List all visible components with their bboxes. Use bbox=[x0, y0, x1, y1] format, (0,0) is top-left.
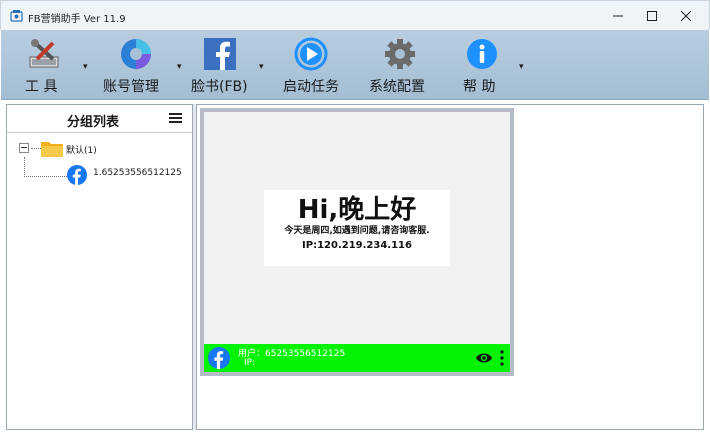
chevron-down-icon[interactable]: ▾ bbox=[259, 62, 264, 72]
greeting-panel: Hi,晚上好 今天是周四,如遇到问题,请咨询客服. IP:120.219.234… bbox=[264, 190, 450, 266]
title-bar: FB营销助手 Ver 11.9 bbox=[0, 0, 710, 30]
eye-icon[interactable] bbox=[476, 352, 492, 364]
collapse-toggle[interactable] bbox=[19, 143, 29, 153]
group-list-panel: 分组列表 默认(1) 1.65253556512125 bbox=[6, 104, 193, 430]
browser-card[interactable]: Hi,晚上好 今天是周四,如遇到问题,请咨询客服. IP:120.219.234… bbox=[200, 108, 514, 376]
card-ip-label: IP: bbox=[244, 358, 256, 368]
minimize-icon bbox=[613, 15, 623, 17]
close-icon bbox=[681, 11, 691, 21]
play-icon bbox=[294, 37, 328, 71]
facebook-button[interactable]: 脸书(FB) ▾ bbox=[189, 30, 267, 100]
chevron-down-icon[interactable]: ▾ bbox=[519, 62, 524, 72]
toolbar-label-facebook: 脸书(FB) bbox=[191, 79, 248, 95]
tree-line bbox=[24, 176, 69, 177]
toolbar-label-system-config: 系统配置 bbox=[369, 79, 425, 95]
help-button[interactable]: 帮 助 ▾ bbox=[457, 30, 531, 100]
tree-account-item[interactable]: 1.65253556512125 bbox=[93, 168, 182, 178]
facebook-icon bbox=[208, 347, 230, 369]
app-icon bbox=[10, 10, 23, 22]
maximize-button[interactable] bbox=[635, 1, 669, 31]
toolbar-label-tools: 工 具 bbox=[25, 79, 58, 95]
group-list-header: 分组列表 bbox=[7, 105, 192, 133]
facebook-icon bbox=[204, 38, 236, 70]
tree-group-default[interactable]: 默认(1) bbox=[66, 143, 97, 156]
tools-icon bbox=[29, 39, 59, 68]
start-task-button[interactable]: 启动任务 bbox=[277, 30, 347, 100]
gear-icon bbox=[385, 39, 415, 69]
chevron-down-icon[interactable]: ▾ bbox=[83, 62, 88, 72]
system-config-button[interactable]: 系统配置 bbox=[363, 30, 437, 100]
close-button[interactable] bbox=[669, 1, 703, 31]
account-manage-icon bbox=[121, 39, 151, 69]
toolbar-label-account-manage: 账号管理 bbox=[103, 79, 159, 95]
tools-button[interactable]: 工 具 ▾ bbox=[11, 30, 89, 100]
toolbar: 工 具 ▾ 账号管理 ▾ 脸书(FB) ▾ 启动任务 系统配置 帮 助 ▾ bbox=[1, 30, 709, 100]
chevron-down-icon[interactable]: ▾ bbox=[177, 62, 182, 72]
toolbar-label-help: 帮 助 bbox=[463, 79, 496, 95]
card-status-bar: 用户：65253556512125 IP: bbox=[204, 344, 510, 372]
greeting-title: Hi,晚上好 bbox=[297, 195, 417, 225]
window-title: FB营销助手 Ver 11.9 bbox=[28, 14, 126, 25]
greeting-message: 今天是周四,如遇到问题,请咨询客服. bbox=[284, 226, 430, 236]
info-icon bbox=[467, 39, 497, 69]
minimize-button[interactable] bbox=[601, 1, 635, 31]
maximize-icon bbox=[647, 11, 657, 21]
tree-line bbox=[24, 157, 25, 177]
menu-icon[interactable] bbox=[169, 111, 183, 125]
more-options-icon[interactable] bbox=[500, 350, 504, 366]
group-list-title: 分组列表 bbox=[67, 115, 120, 130]
facebook-icon bbox=[67, 165, 87, 185]
account-manage-button[interactable]: 账号管理 ▾ bbox=[93, 30, 183, 100]
folder-icon bbox=[41, 142, 63, 157]
toolbar-label-start-task: 启动任务 bbox=[283, 79, 339, 95]
greeting-ip: IP:120.219.234.116 bbox=[302, 240, 412, 251]
